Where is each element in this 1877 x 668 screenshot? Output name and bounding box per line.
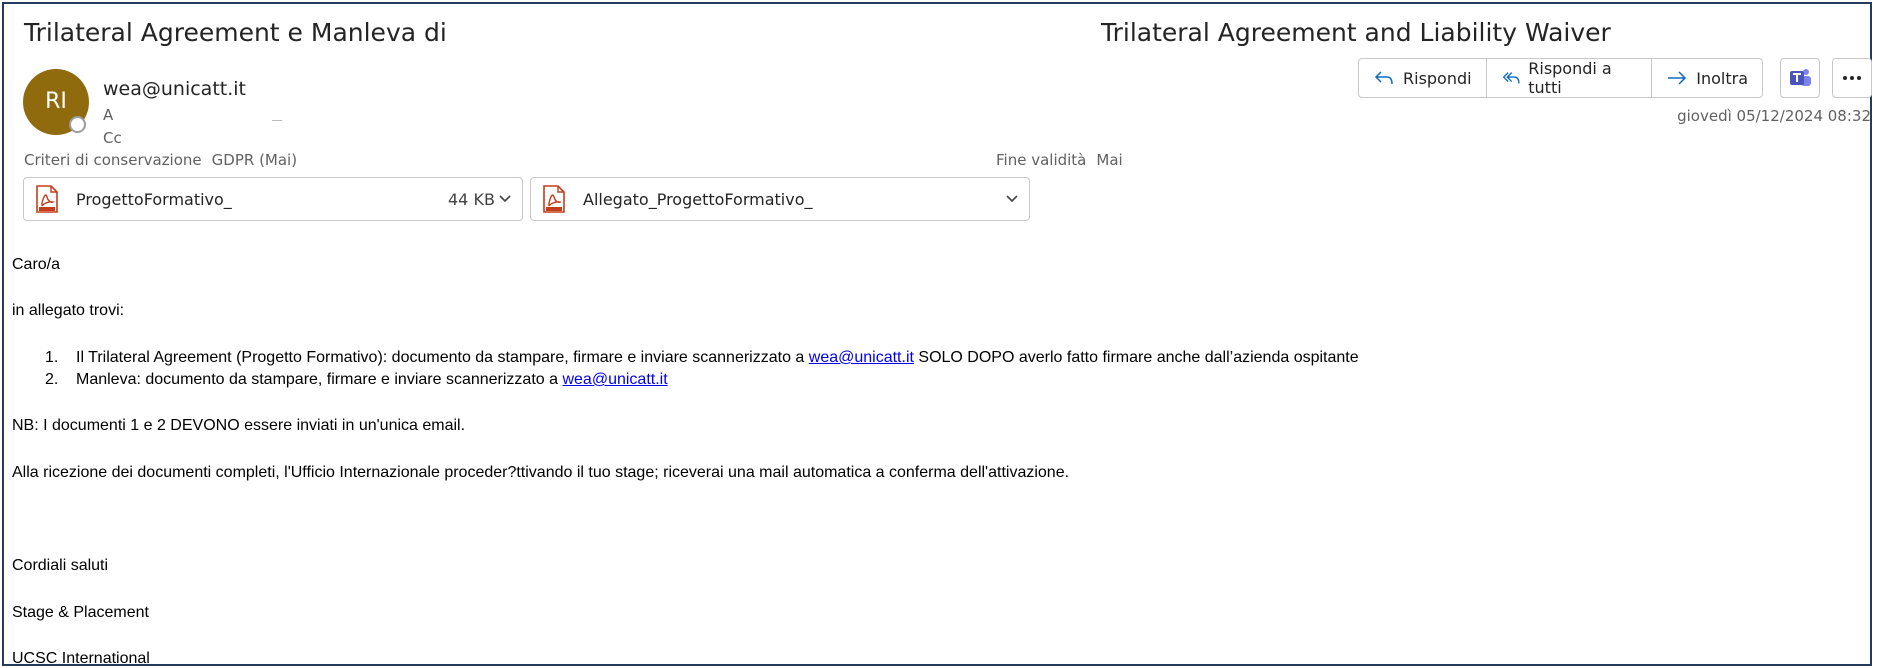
greeting: Caro/a [12,256,61,273]
forward-button[interactable]: Inoltra [1652,59,1762,97]
list-item: 1. Il Trilateral Agreement (Progetto Form… [45,349,1359,367]
presence-status-icon [69,116,86,133]
email-reading-pane [2,2,1872,666]
teams-button[interactable] [1780,58,1820,98]
signature-line-2: UCSC International [12,650,150,667]
forward-icon [1668,71,1687,85]
retention-policy[interactable]: Criteri di conservazione GDPR (Mai) [24,151,297,169]
email-subject: Trilateral Agreement e Manleva di [24,18,447,47]
email-link[interactable]: wea@unicatt.it [809,349,914,366]
list-number: 1. [45,349,59,366]
reply-label: Rispondi [1403,68,1472,88]
attachment-card[interactable]: ProgettoFormativo_ 44 KB [23,177,523,221]
closing: Cordiali saluti [12,557,109,574]
reply-all-label: Rispondi a tutti [1528,59,1612,97]
expiry-info: Fine validità Mai [996,151,1123,169]
email-subject-continued: Trilateral Agreement and Liability Waive… [1101,18,1611,47]
more-icon [1843,76,1861,80]
attachment-size: 44 KB [448,190,495,209]
reception-text: Alla ricezione dei documenti completi, l… [12,464,1070,481]
reply-button[interactable]: Rispondi [1359,59,1487,97]
expiry-label: Fine validità [996,151,1087,169]
teams-icon [1790,69,1811,86]
received-date: giovedì 05/12/2024 08:32 [1677,107,1871,125]
attachment-card[interactable]: Allegato_ProgettoFormativo_ [530,177,1030,221]
nb-text: NB: I documenti 1 e 2 DEVONO essere invi… [12,417,466,434]
pdf-icon [36,185,58,213]
sender-email[interactable]: wea@unicatt.it [103,78,246,100]
retention-label: Criteri di conservazione [24,151,202,169]
cc-label: Cc [103,129,122,147]
list-text-after: SOLO DOPO averlo fatto firmare anche dal… [913,349,1359,366]
reply-all-button[interactable]: Rispondi a tutti [1487,59,1653,97]
pdf-icon [543,185,565,213]
message-actions: Rispondi Rispondi a tutti Inoltra [1358,58,1763,98]
intro-text: in allegato trovi: [12,302,125,319]
email-link[interactable]: wea@unicatt.it [562,371,667,388]
forward-label: Inoltra [1696,68,1748,88]
attachment-name: ProgettoFormativo_ [76,190,232,209]
more-options-button[interactable] [1832,58,1872,98]
redacted-recipient [272,120,282,121]
attachment-name: Allegato_ProgettoFormativo_ [583,190,813,209]
list-number: 2. [45,371,59,388]
expiry-value: Mai [1096,151,1123,169]
reply-icon [1374,71,1393,85]
chevron-down-icon[interactable] [1005,192,1019,206]
to-label: A [103,106,114,124]
reply-all-icon [1502,72,1520,84]
signature-line-1: Stage & Placement [12,604,149,621]
chevron-down-icon[interactable] [498,192,512,206]
list-text: Manleva: documento da stampare, firmare … [76,371,563,388]
list-text: Il Trilateral Agreement (Progetto Format… [76,349,809,366]
retention-value: GDPR (Mai) [211,151,298,169]
list-item: 2. Manleva: documento da stampare, firmar… [45,371,668,389]
